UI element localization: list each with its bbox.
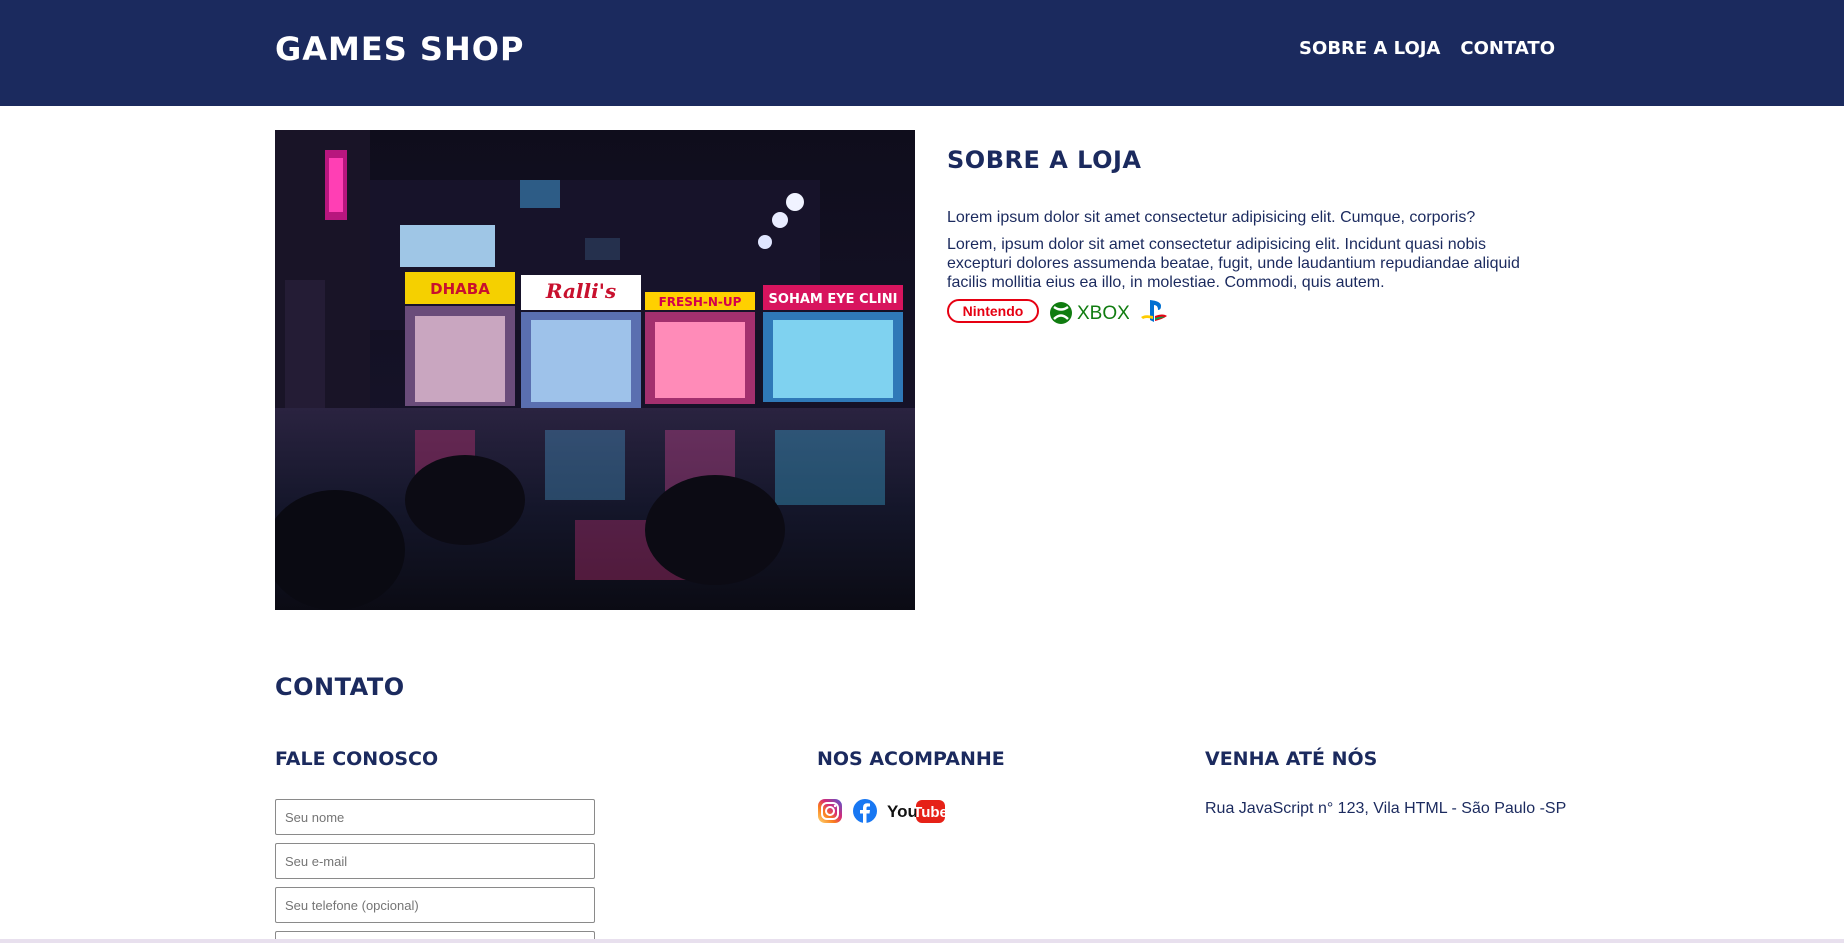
page-bottom-edge <box>0 939 1844 943</box>
about-paragraph-2: Lorem, ipsum dolor sit amet consectetur … <box>947 236 1520 291</box>
svg-text:SOHAM EYE CLINI: SOHAM EYE CLINI <box>769 292 898 307</box>
platform-logos: Nintendo XBOX <box>947 298 1527 329</box>
location-title: VENHA ATÉ NÓS <box>1205 748 1378 770</box>
about-section: SOBRE A LOJA Lorem ipsum dolor sit amet … <box>947 146 1527 326</box>
nintendo-logo: Nintendo <box>947 298 1039 328</box>
facebook-icon[interactable] <box>852 798 878 824</box>
about-title: SOBRE A LOJA <box>947 146 1142 174</box>
svg-text:FRESH-N-UP: FRESH-N-UP <box>659 295 742 309</box>
phone-input[interactable] <box>275 887 595 923</box>
youtube-tube-text: Tube <box>913 804 945 821</box>
name-input[interactable] <box>275 799 595 835</box>
site-header: GAMES SHOP SOBRE A LOJA CONTATO <box>0 0 1844 106</box>
email-input[interactable] <box>275 843 595 879</box>
social-title: NOS ACOMPANHE <box>817 748 1005 770</box>
form-title: FALE CONOSCO <box>275 748 439 770</box>
nav-link-sobre[interactable]: SOBRE A LOJA <box>1299 38 1440 59</box>
playstation-logo <box>1139 298 1169 329</box>
social-links: You Tube <box>817 798 945 824</box>
store-photo: DHABA Ralli's FRESH-N-UP SOHAM EYE CLINI <box>275 130 915 610</box>
about-paragraph-1: Lorem ipsum dolor sit amet consectetur a… <box>947 209 1476 226</box>
xbox-logo-text: XBOX <box>1077 303 1129 324</box>
youtube-icon[interactable]: You Tube <box>887 798 945 824</box>
nav-link-contato[interactable]: CONTATO <box>1460 38 1555 59</box>
nintendo-logo-text: Nintendo <box>963 303 1024 319</box>
svg-text:Ralli's: Ralli's <box>545 279 616 303</box>
svg-text:DHABA: DHABA <box>430 280 490 298</box>
xbox-logo: XBOX <box>1049 301 1129 325</box>
contact-title: CONTATO <box>275 673 405 701</box>
instagram-icon[interactable] <box>817 798 843 824</box>
site-logo[interactable]: GAMES SHOP <box>275 30 524 68</box>
store-address: Rua JavaScript n° 123, Vila HTML - São P… <box>1205 800 1567 817</box>
main-nav: SOBRE A LOJA CONTATO <box>1299 38 1555 59</box>
xbox-sphere-icon <box>1050 302 1072 324</box>
